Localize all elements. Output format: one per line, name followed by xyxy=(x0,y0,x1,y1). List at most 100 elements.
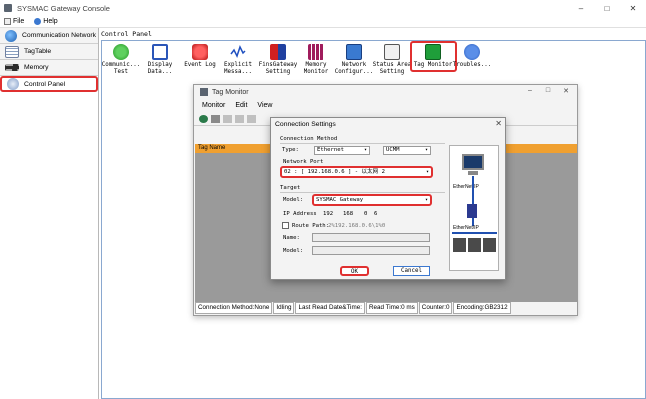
protocol-value: UCMM xyxy=(386,147,400,153)
nav-item-control-panel[interactable]: Control Panel xyxy=(0,76,98,92)
maximize-button[interactable]: □ xyxy=(594,0,620,16)
tool-event-log[interactable]: Event Log xyxy=(180,44,220,69)
network-diagram: EtherNet/IP EtherNet/IP xyxy=(449,145,499,271)
fins-icon xyxy=(270,44,286,60)
name-field[interactable] xyxy=(312,233,430,242)
tool-label-2: Setting xyxy=(265,69,291,75)
tag-monitor-titlebar: Tag Monitor – □ ✕ xyxy=(194,85,577,99)
tool-label-2: Configur... xyxy=(334,69,374,75)
explicit-message-icon xyxy=(230,44,246,60)
protocol-select[interactable]: UCMM ▾ xyxy=(383,146,431,155)
ip-octet-3[interactable]: 0 xyxy=(364,211,367,217)
fast-forward-icon[interactable] xyxy=(235,114,244,123)
dialog-close-button[interactable]: ✕ xyxy=(495,119,502,128)
group-divider xyxy=(280,192,445,193)
nav-item-label: Communication Network xyxy=(22,32,97,39)
nav-item-tagtable[interactable]: TagTable xyxy=(0,44,98,60)
type-value: Ethernet xyxy=(317,147,344,153)
model-select[interactable]: SYSMAC Gateway ▾ xyxy=(312,194,432,206)
group-divider xyxy=(280,143,445,144)
menu-edit[interactable]: Edit xyxy=(235,102,247,109)
connect-icon[interactable] xyxy=(199,114,208,123)
diagram-label-ethernetip-1: EtherNet/IP xyxy=(453,184,479,190)
ok-button[interactable]: OK xyxy=(340,266,369,276)
menu-help[interactable]: Help xyxy=(34,18,58,25)
chevron-down-icon: ▾ xyxy=(425,169,429,175)
tool-display-data[interactable]: Display Data... xyxy=(140,44,180,76)
nav-item-communication-network[interactable]: Communication Network xyxy=(0,28,98,44)
tool-label-2: Test xyxy=(114,69,128,75)
tm-close-button[interactable]: ✕ xyxy=(557,87,575,95)
connection-settings-titlebar: Connection Settings xyxy=(271,118,505,131)
tool-finsgateway-setting[interactable]: FinsGateway Setting xyxy=(258,44,298,76)
tool-status-area-setting[interactable]: Status Area Setting xyxy=(372,44,412,76)
step-forward-icon[interactable] xyxy=(223,114,232,123)
tool-label-2: Setting xyxy=(379,69,405,75)
network-line xyxy=(472,176,474,226)
plc-icon xyxy=(483,238,496,252)
model-value: SYSMAC Gateway xyxy=(316,197,364,203)
tool-label: Communic... xyxy=(101,62,141,68)
tool-label: Explicit xyxy=(224,62,252,68)
tm-minimize-button[interactable]: – xyxy=(521,87,539,95)
tag-monitor-window-icon xyxy=(200,88,208,96)
status-connection-method: Connection Method:None xyxy=(195,302,273,314)
ip-octet-4[interactable]: 6 xyxy=(374,211,377,217)
chevron-down-icon: ▾ xyxy=(363,147,367,153)
connection-method-label: Connection Method xyxy=(280,136,338,142)
ip-octet-1[interactable]: 192 xyxy=(323,211,333,217)
route-path-checkbox[interactable] xyxy=(282,222,289,229)
route-path-label: Route Path: xyxy=(292,223,330,229)
status-counter: Counter:0 xyxy=(418,302,453,314)
help-icon xyxy=(34,18,42,25)
tool-network-configurator[interactable]: Network Configur... xyxy=(334,44,374,76)
network-port-value: 02 : [ 192.168.0.6 ] - 以太网 2 xyxy=(284,169,385,175)
diagram-label-ethernetip-2: EtherNet/IP xyxy=(453,225,479,231)
app-icon xyxy=(4,4,12,12)
nav-item-memory[interactable]: Memory xyxy=(0,60,98,76)
window-controls: – □ ✕ xyxy=(568,0,646,16)
model-label: Model: xyxy=(283,197,304,203)
menu-view[interactable]: View xyxy=(257,102,272,109)
nav-item-label: Memory xyxy=(24,64,49,71)
display-data-icon xyxy=(152,44,168,60)
menu-file[interactable]: File xyxy=(4,18,24,25)
menu-file-label: File xyxy=(13,18,25,25)
tag-monitor-menubar: Monitor Edit View xyxy=(194,99,577,112)
tool-memory-monitor[interactable]: Memory Monitor xyxy=(296,44,336,76)
control-panel-icon xyxy=(7,78,19,90)
tool-troubleshooting[interactable]: Troubles... xyxy=(452,44,492,69)
status-read-time: Read Time:0 ms xyxy=(365,302,418,314)
nav-panel: Communication Network TagTable Memory Co… xyxy=(0,28,99,399)
tool-communication-test[interactable]: Communic... Test xyxy=(101,44,141,76)
event-log-icon xyxy=(192,44,208,60)
menubar: File Help xyxy=(0,16,646,28)
memory-chip-icon xyxy=(5,64,19,71)
tool-label-2: Messa... xyxy=(224,69,252,75)
computer-icon xyxy=(462,154,484,170)
settings-icon[interactable] xyxy=(211,114,220,123)
tool-label-2: Monitor xyxy=(303,69,329,75)
tool-label: Memory xyxy=(305,62,327,68)
tag-monitor-highlight xyxy=(410,41,457,72)
connection-settings-title: Connection Settings xyxy=(275,121,336,128)
file-icon xyxy=(4,18,11,25)
tool-label: Display xyxy=(147,62,173,68)
cancel-button[interactable]: Cancel xyxy=(393,266,430,276)
close-button[interactable]: ✕ xyxy=(620,0,646,16)
nav-item-label: TagTable xyxy=(24,48,52,55)
tool-explicit-message[interactable]: Explicit Messa... xyxy=(218,44,258,76)
menu-monitor[interactable]: Monitor xyxy=(202,102,225,109)
pause-icon[interactable] xyxy=(247,114,256,123)
menu-help-label: Help xyxy=(43,18,58,25)
ip-octet-2[interactable]: 168 xyxy=(343,211,353,217)
network-port-select[interactable]: 02 : [ 192.168.0.6 ] - 以太网 2 ▾ xyxy=(280,166,433,178)
control-panel-title: Control Panel xyxy=(101,30,152,38)
tm-maximize-button[interactable]: □ xyxy=(539,87,557,95)
tool-label: Troubles... xyxy=(452,62,492,68)
minimize-button[interactable]: – xyxy=(568,0,594,16)
ip-address-label: IP Address xyxy=(283,211,317,217)
model2-field[interactable] xyxy=(312,246,430,255)
network-configurator-icon xyxy=(346,44,362,60)
type-select[interactable]: Ethernet ▾ xyxy=(314,146,370,155)
